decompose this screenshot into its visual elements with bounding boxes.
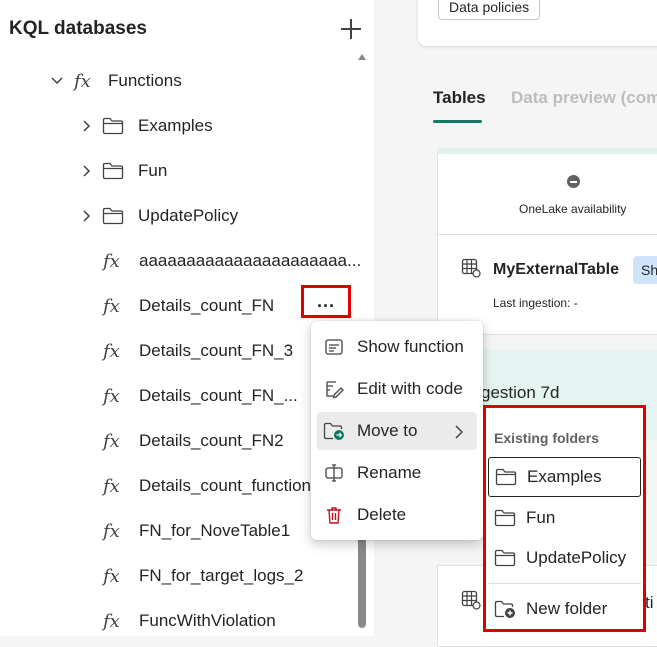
- submenu-item-label: Fun: [526, 508, 556, 527]
- tree-label: Details_count_FN_3: [139, 341, 294, 360]
- fx-icon: fx: [103, 565, 120, 587]
- rename-icon: [323, 462, 345, 484]
- chevron-right-icon[interactable]: [80, 164, 94, 178]
- tree-function[interactable]: fx Details_count_FN_...: [103, 374, 298, 418]
- tree-function[interactable]: fx aaaaaaaaaaaaaaaaaaaaaa...: [103, 239, 361, 283]
- chevron-down-icon[interactable]: [50, 74, 64, 88]
- menu-item-label: Show function: [357, 337, 464, 356]
- folder-icon: [102, 117, 124, 135]
- function-context-menu: Show function Edit with code Move to Ren…: [311, 321, 483, 540]
- menu-item-rename[interactable]: Rename: [317, 454, 477, 492]
- tree-function[interactable]: fx Details_count_FN2: [103, 419, 284, 463]
- panel-title: KQL databases: [9, 18, 147, 39]
- move-to-submenu: Existing folders Examples Fun UpdatePoli…: [483, 405, 646, 632]
- move-to-folder-icon: [323, 420, 345, 442]
- fx-icon: fx: [74, 70, 91, 92]
- ingestion-label: gestion 7d: [481, 383, 560, 402]
- bottom-card-text: ti: [645, 593, 654, 612]
- tree-label: UpdatePolicy: [138, 206, 239, 225]
- fx-icon: fx: [103, 475, 120, 497]
- tree-label: Fun: [138, 161, 168, 180]
- submenu-folder-fun[interactable]: Fun: [488, 498, 641, 538]
- tree-folder[interactable]: Examples: [80, 104, 213, 148]
- folder-icon: [102, 207, 124, 225]
- tree-node-functions[interactable]: fx Functions: [50, 59, 182, 103]
- last-ingestion-label: Last ingestion: -: [493, 296, 578, 310]
- table-badge: Sh: [633, 256, 657, 284]
- fx-icon: fx: [103, 520, 120, 542]
- tree-label: Examples: [138, 116, 213, 135]
- tree-folder[interactable]: UpdatePolicy: [80, 194, 238, 238]
- tree-label: Details_count_FN_...: [139, 386, 298, 405]
- fx-icon: fx: [103, 250, 120, 272]
- edit-code-icon: [323, 378, 345, 400]
- onelake-status-icon: [567, 175, 580, 188]
- submenu-folder-examples[interactable]: Examples: [488, 457, 641, 497]
- onelake-availability-label: OneLake availability: [519, 202, 627, 216]
- fx-icon: fx: [103, 385, 120, 407]
- kql-databases-panel: KQL databases fx Functions Examples Fun: [0, 0, 374, 636]
- submenu-folder-updatepolicy[interactable]: UpdatePolicy: [488, 538, 641, 578]
- more-options-button[interactable]: ...: [301, 285, 351, 318]
- tree-function[interactable]: fx Details_count_FN: [103, 284, 274, 328]
- active-tab-indicator: [433, 120, 482, 123]
- folder-icon: [494, 508, 516, 528]
- tree-label: FN_for_target_logs_2: [139, 566, 304, 585]
- scroll-up-arrow-icon[interactable]: [358, 54, 366, 60]
- tree-label: FuncWithViolation: [139, 611, 276, 630]
- fx-icon: fx: [103, 295, 120, 317]
- tree-function[interactable]: fx FN_for_NoveTable1: [103, 509, 290, 553]
- chevron-right-icon[interactable]: [80, 119, 94, 133]
- folder-icon: [102, 162, 124, 180]
- tree-function[interactable]: fx Details_count_function: [103, 464, 311, 508]
- menu-item-edit-with-code[interactable]: Edit with code: [317, 370, 477, 408]
- show-function-icon: [323, 336, 345, 358]
- tree-function[interactable]: fx FuncWithViolation: [103, 599, 276, 643]
- tab-tables[interactable]: Tables: [433, 88, 486, 108]
- folder-icon: [495, 467, 517, 487]
- table-name[interactable]: MyExternalTable: [493, 261, 619, 279]
- tree-function[interactable]: fx Details_count_FN_3: [103, 329, 293, 373]
- menu-item-delete[interactable]: Delete: [317, 496, 477, 534]
- fx-icon: fx: [103, 340, 120, 362]
- submenu-divider: [488, 583, 641, 584]
- menu-item-move-to[interactable]: Move to: [317, 412, 477, 450]
- tree-label: Functions: [108, 71, 182, 90]
- fx-icon: fx: [103, 430, 120, 452]
- menu-item-label: Rename: [357, 463, 422, 482]
- tree-label: Details_count_function: [139, 476, 312, 495]
- tab-data-preview[interactable]: Data preview (com: [511, 88, 657, 108]
- trash-icon: [323, 504, 345, 526]
- tree-label: Details_count_FN: [139, 296, 275, 315]
- tree-label: Details_count_FN2: [139, 431, 284, 450]
- new-folder-icon: [494, 599, 516, 619]
- submenu-item-label: Examples: [527, 467, 602, 486]
- submenu-item-label: New folder: [526, 599, 608, 618]
- tree-folder[interactable]: Fun: [80, 149, 167, 193]
- menu-item-label: Move to: [357, 421, 418, 440]
- menu-item-show-function[interactable]: Show function: [317, 328, 477, 366]
- menu-item-label: Delete: [357, 505, 407, 524]
- plus-icon[interactable]: [340, 18, 362, 40]
- menu-item-label: Edit with code: [357, 379, 463, 398]
- tree-function[interactable]: fx FN_for_target_logs_2: [103, 554, 303, 598]
- folder-icon: [494, 548, 516, 568]
- card-divider: [438, 234, 657, 235]
- chevron-right-icon[interactable]: [80, 209, 94, 223]
- data-policies-button[interactable]: Data policies: [438, 0, 541, 20]
- tree-label: aaaaaaaaaaaaaaaaaaaaaa...: [139, 251, 362, 270]
- submenu-new-folder[interactable]: New folder: [488, 589, 641, 629]
- fx-icon: fx: [103, 610, 120, 632]
- external-table-icon: [461, 258, 481, 278]
- submenu-header: Existing folders: [494, 430, 600, 446]
- chevron-right-icon: [455, 424, 464, 444]
- tree-label: FN_for_NoveTable1: [139, 521, 291, 540]
- submenu-item-label: UpdatePolicy: [526, 548, 627, 567]
- external-table-icon: [461, 590, 481, 610]
